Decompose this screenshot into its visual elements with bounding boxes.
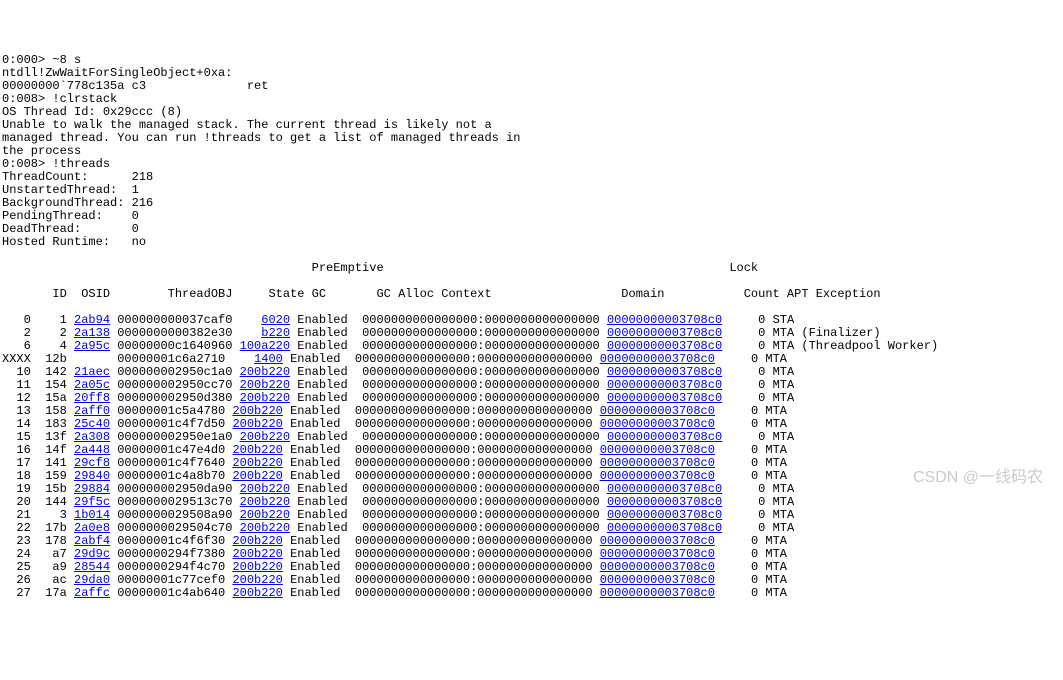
thread-row: 26 ac 29da0 00000001c77cef0 200b220 Enab… — [2, 574, 1061, 587]
domain-link[interactable]: 00000000003708c0 — [600, 352, 715, 366]
domain-link[interactable]: 00000000003708c0 — [600, 417, 715, 431]
state-link[interactable]: 200b220 — [240, 430, 290, 444]
state-link[interactable]: 200b220 — [232, 573, 282, 587]
osid-link[interactable]: 2a308 — [74, 430, 110, 444]
state-link[interactable]: 100a220 — [240, 339, 290, 353]
domain-link[interactable]: 00000000003708c0 — [600, 547, 715, 561]
state-link[interactable]: 200b220 — [240, 482, 290, 496]
osid-link[interactable]: 2a138 — [74, 326, 110, 340]
domain-link[interactable]: 00000000003708c0 — [607, 521, 722, 535]
state-link[interactable]: 200b220 — [232, 443, 282, 457]
osid-link[interactable]: 25c40 — [74, 417, 110, 431]
thread-row: 21 3 1b014 0000000029508a90 200b220 Enab… — [2, 509, 1061, 522]
state-link[interactable]: 200b220 — [232, 417, 282, 431]
osid-link[interactable]: 21aec — [74, 365, 110, 379]
domain-link[interactable]: 00000000003708c0 — [600, 469, 715, 483]
state-link[interactable]: 6020 — [261, 313, 290, 327]
state-link[interactable]: 200b220 — [232, 560, 282, 574]
osid-link[interactable]: 29840 — [74, 469, 110, 483]
state-link[interactable]: 1400 — [254, 352, 283, 366]
osid-link[interactable]: 2aff0 — [74, 404, 110, 418]
state-link[interactable]: 200b220 — [232, 547, 282, 561]
thread-table: 0 1 2ab94 000000000037caf0 6020 Enabled … — [2, 314, 1061, 600]
domain-link[interactable]: 00000000003708c0 — [600, 560, 715, 574]
domain-link[interactable]: 00000000003708c0 — [607, 326, 722, 340]
osid-link[interactable]: 29f5c — [74, 495, 110, 509]
state-link[interactable]: 200b220 — [240, 391, 290, 405]
state-link[interactable]: 200b220 — [232, 456, 282, 470]
state-link[interactable]: 200b220 — [232, 469, 282, 483]
domain-link[interactable]: 00000000003708c0 — [607, 391, 722, 405]
state-link[interactable]: 200b220 — [232, 534, 282, 548]
state-link[interactable]: b220 — [261, 326, 290, 340]
domain-link[interactable]: 00000000003708c0 — [607, 482, 722, 496]
thread-row: 24 a7 29d9c 0000000294f7380 200b220 Enab… — [2, 548, 1061, 561]
domain-link[interactable]: 00000000003708c0 — [600, 456, 715, 470]
state-link[interactable]: 200b220 — [232, 586, 282, 600]
domain-link[interactable]: 00000000003708c0 — [600, 404, 715, 418]
thread-row: 25 a9 28544 0000000294f4c70 200b220 Enab… — [2, 561, 1061, 574]
osid-link[interactable]: 2affc — [74, 586, 110, 600]
state-link[interactable]: 200b220 — [240, 495, 290, 509]
thread-row: 27 17a 2affc 00000001c4ab640 200b220 Ena… — [2, 587, 1061, 600]
osid-link[interactable]: 2a448 — [74, 443, 110, 457]
thread-header-2: ID OSID ThreadOBJ State GC GC Alloc Cont… — [2, 288, 1061, 301]
osid-link[interactable]: 2a0e8 — [74, 521, 110, 535]
domain-link[interactable]: 00000000003708c0 — [600, 573, 715, 587]
thread-row: 20 144 29f5c 0000000029513c70 200b220 En… — [2, 496, 1061, 509]
osid-link[interactable]: 29d9c — [74, 547, 110, 561]
osid-link[interactable]: 20ff8 — [74, 391, 110, 405]
thread-row: 22 17b 2a0e8 0000000029504c70 200b220 En… — [2, 522, 1061, 535]
thread-header-1: PreEmptive Lock — [2, 262, 1061, 275]
domain-link[interactable]: 00000000003708c0 — [607, 365, 722, 379]
thread-row: 23 178 2abf4 00000001c4f6f30 200b220 Ena… — [2, 535, 1061, 548]
osid-link[interactable]: 28544 — [74, 560, 110, 574]
osid-link[interactable]: 29da0 — [74, 573, 110, 587]
debugger-output: 0:000> ~8 s ntdll!ZwWaitForSingleObject+… — [2, 54, 1061, 249]
state-link[interactable]: 200b220 — [240, 508, 290, 522]
osid-link[interactable]: 29cf8 — [74, 456, 110, 470]
state-link[interactable]: 200b220 — [240, 521, 290, 535]
osid-link[interactable]: 29884 — [74, 482, 110, 496]
osid-link[interactable]: 2abf4 — [74, 534, 110, 548]
state-link[interactable]: 200b220 — [232, 404, 282, 418]
domain-link[interactable]: 00000000003708c0 — [607, 495, 722, 509]
domain-link[interactable]: 00000000003708c0 — [607, 430, 722, 444]
domain-link[interactable]: 00000000003708c0 — [607, 508, 722, 522]
domain-link[interactable]: 00000000003708c0 — [607, 313, 722, 327]
state-link[interactable]: 200b220 — [240, 365, 290, 379]
state-link[interactable]: 200b220 — [240, 378, 290, 392]
osid-link[interactable]: 2ab94 — [74, 313, 110, 327]
domain-link[interactable]: 00000000003708c0 — [607, 378, 722, 392]
domain-link[interactable]: 00000000003708c0 — [607, 339, 722, 353]
osid-link[interactable]: 2a05c — [74, 378, 110, 392]
domain-link[interactable]: 00000000003708c0 — [600, 443, 715, 457]
domain-link[interactable]: 00000000003708c0 — [600, 534, 715, 548]
osid-link[interactable]: 2a95c — [74, 339, 110, 353]
osid-link[interactable]: 1b014 — [74, 508, 110, 522]
domain-link[interactable]: 00000000003708c0 — [600, 586, 715, 600]
